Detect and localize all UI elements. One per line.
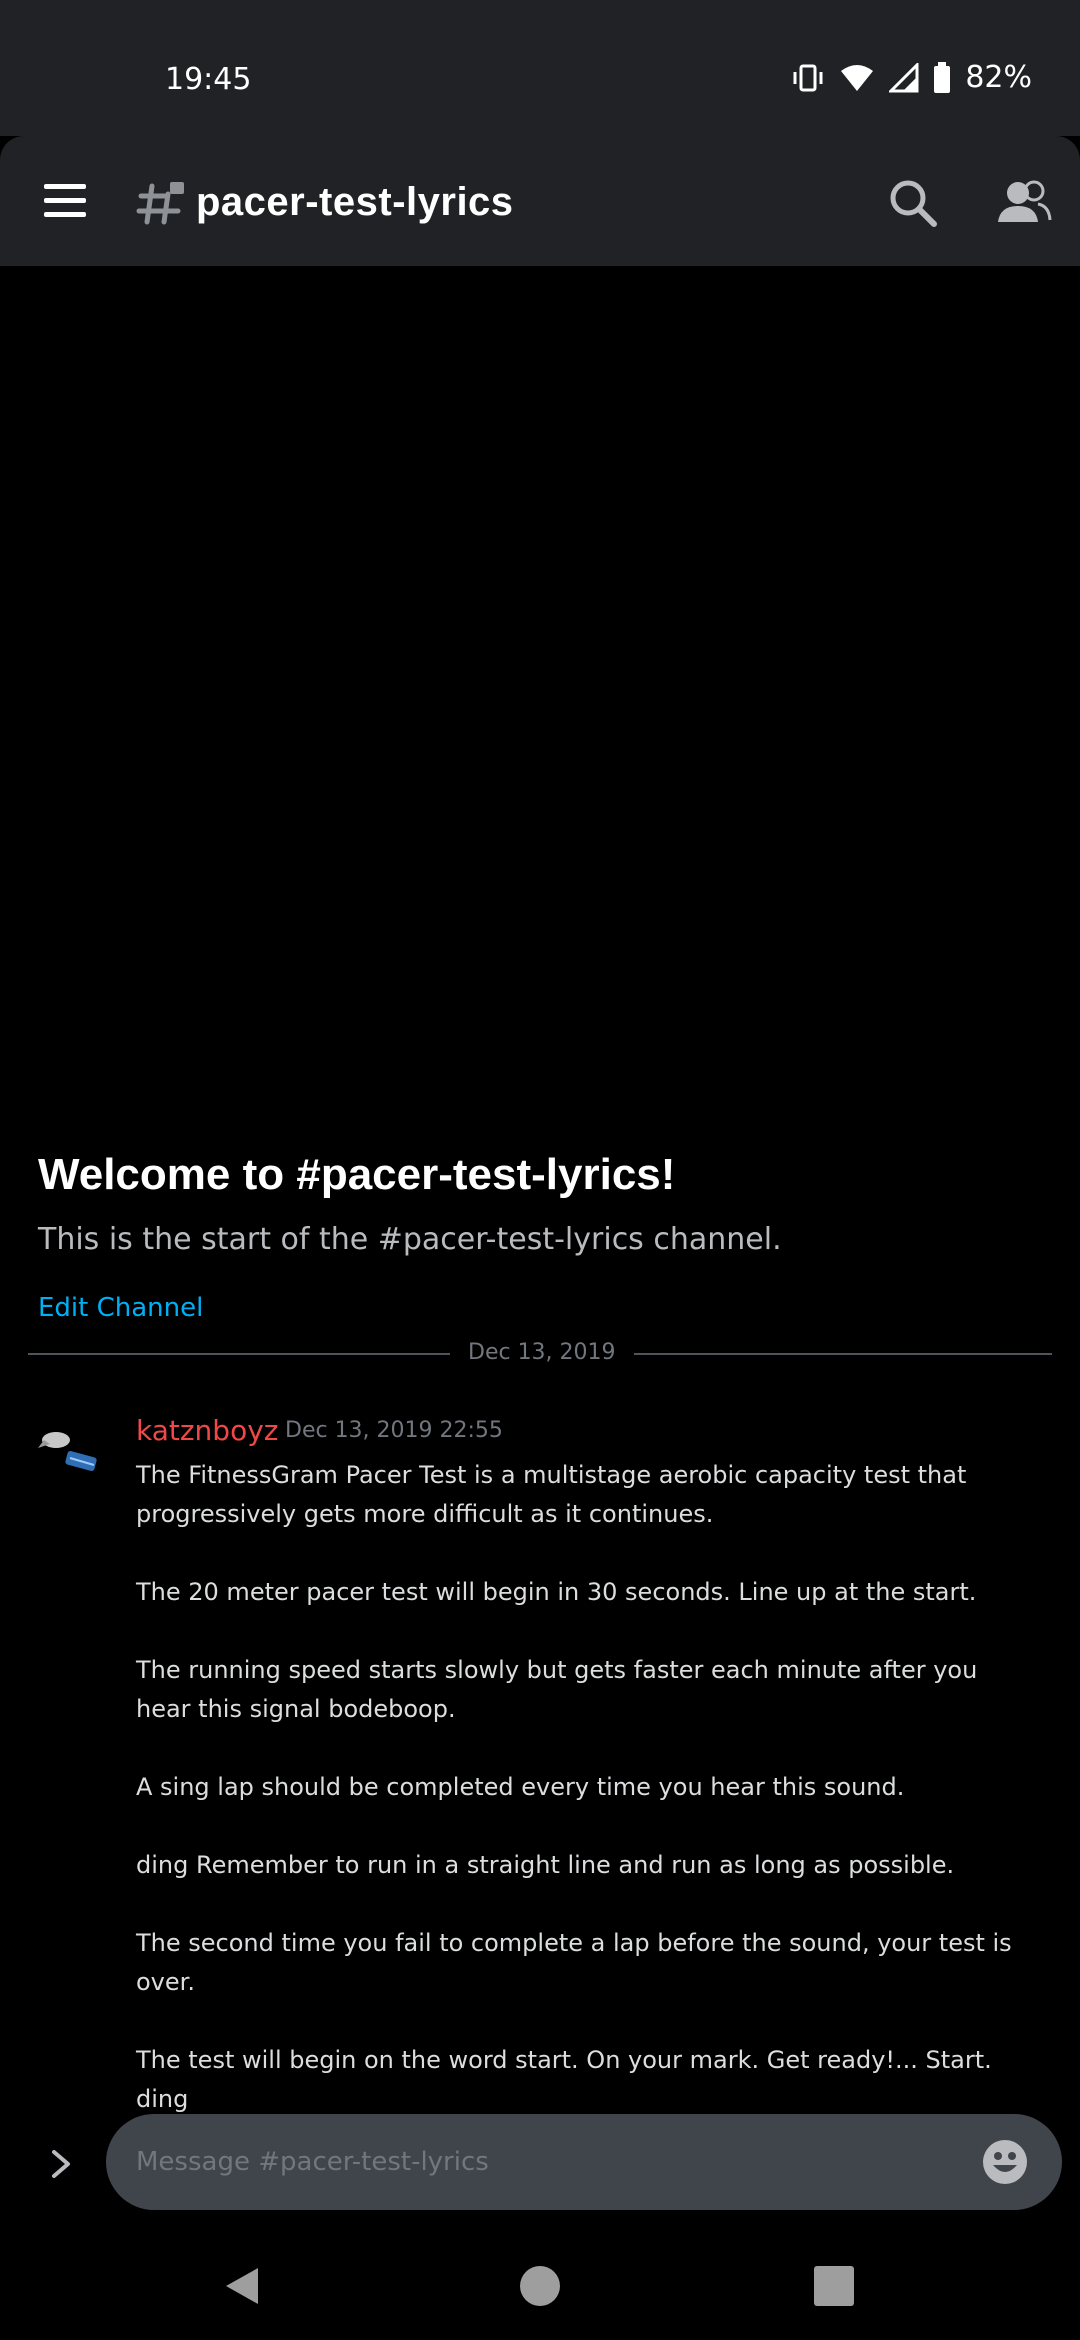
expand-actions-button[interactable]	[40, 2144, 80, 2184]
search-button[interactable]	[886, 176, 940, 230]
avatar[interactable]	[36, 1418, 104, 1486]
message-author[interactable]: katznboyz	[136, 1414, 278, 1447]
edit-channel-link[interactable]: Edit Channel	[38, 1293, 203, 1323]
emoji-button[interactable]	[980, 2137, 1030, 2187]
status-bar: 19:45 82%	[0, 0, 1080, 136]
message-paragraph: The 20 meter pacer test will begin in 30…	[136, 1578, 977, 1606]
message-paragraph: ding Remember to run in a straight line …	[136, 1851, 955, 1879]
signal-icon	[889, 62, 919, 93]
status-icons: 82%	[791, 60, 1032, 95]
wifi-icon	[839, 63, 875, 93]
channel-title: pacer-test-lyrics	[196, 180, 514, 224]
members-icon	[996, 180, 1052, 234]
message-paragraph: The test will begin on the word start. O…	[136, 2046, 992, 2113]
search-icon	[886, 180, 940, 234]
message-paragraph: The running speed starts slowly but gets…	[136, 1656, 978, 1723]
menu-icon-bar	[44, 212, 86, 217]
message-paragraph: A sing lap should be completed every tim…	[136, 1773, 905, 1801]
message-content: The FitnessGram Pacer Test is a multista…	[136, 1456, 1036, 2158]
menu-button[interactable]	[38, 178, 92, 224]
recent-apps-icon[interactable]	[814, 2266, 854, 2306]
home-icon[interactable]	[516, 2262, 564, 2314]
message-timestamp: Dec 13, 2019 22:55	[285, 1418, 503, 1443]
message-paragraph: The FitnessGram Pacer Test is a multista…	[136, 1461, 967, 1528]
emoji-icon	[980, 2140, 1030, 2191]
battery-icon	[933, 61, 951, 94]
message-input[interactable]	[106, 2114, 1062, 2210]
menu-icon-bar	[44, 198, 86, 203]
message-paragraph: The second time you fail to complete a l…	[136, 1929, 1012, 1996]
hash-icon	[136, 178, 186, 228]
vibrate-icon	[791, 63, 825, 93]
date-divider-label: Dec 13, 2019	[450, 1340, 634, 1365]
welcome-subtitle: This is the start of the #pacer-test-lyr…	[38, 1222, 782, 1257]
battery-percent: 82%	[965, 60, 1032, 95]
back-icon[interactable]	[222, 2264, 262, 2312]
channel-header: pacer-test-lyrics	[0, 136, 1080, 266]
menu-icon	[44, 184, 86, 189]
status-time: 19:45	[165, 62, 252, 97]
members-button[interactable]	[996, 176, 1052, 230]
chevron-right-icon	[40, 2150, 80, 2188]
welcome-title: Welcome to #pacer-test-lyrics!	[38, 1150, 676, 1199]
